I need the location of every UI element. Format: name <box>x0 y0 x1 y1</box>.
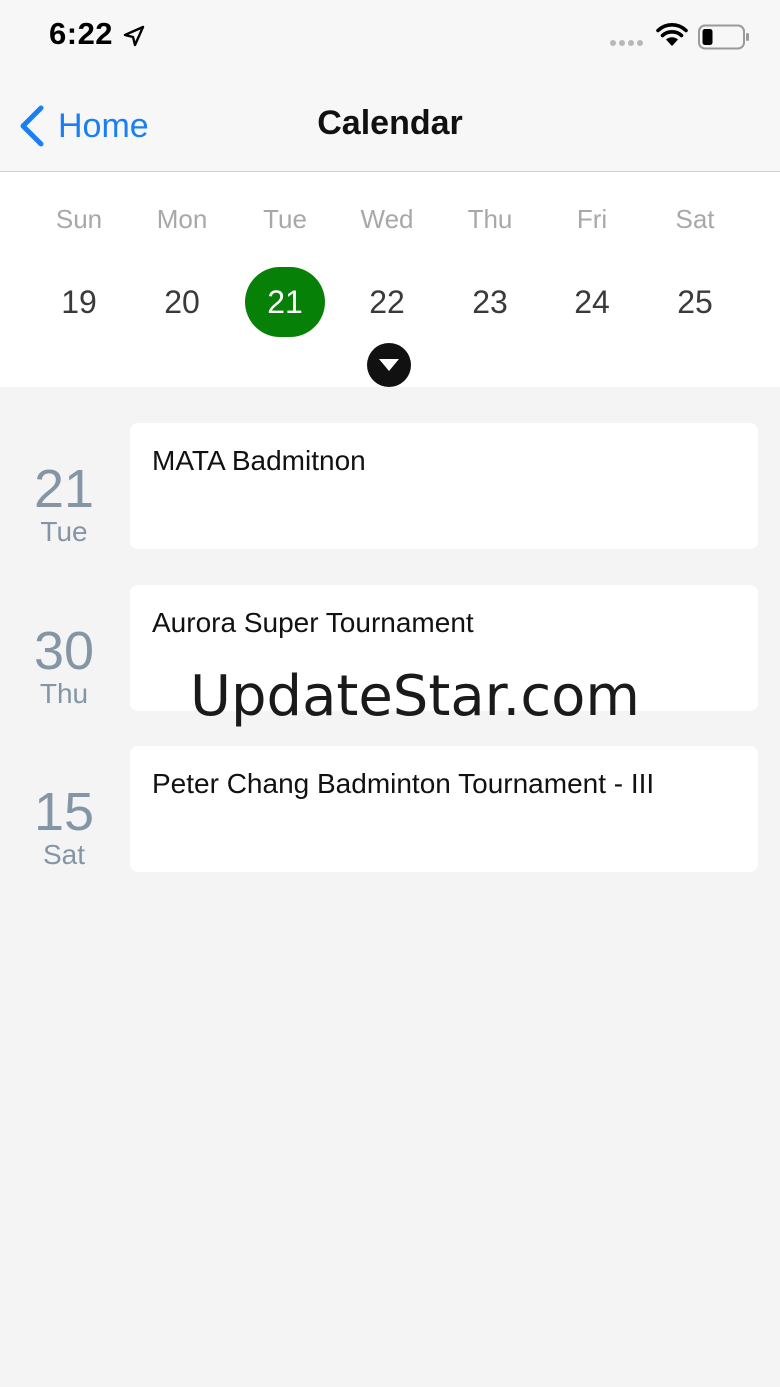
day-column-wed: Wed 22 <box>336 172 438 352</box>
day-column-sat: Sat 25 <box>644 172 746 352</box>
event-day-name: Sat <box>42 839 86 870</box>
day-column-fri: Fri 24 <box>541 172 643 352</box>
day-name: Thu <box>467 204 513 234</box>
day-name: Mon <box>156 204 208 234</box>
event-day-name: Thu <box>39 678 89 709</box>
day-name: Sun <box>55 204 103 234</box>
day-column-sun: Sun 19 <box>28 172 130 352</box>
event-day-number: 15 <box>33 782 95 842</box>
day-number[interactable]: 20 <box>142 267 222 337</box>
day-name: Fri <box>576 204 608 234</box>
status-time: 6:22 <box>49 16 114 51</box>
event-row: 15 Sat Peter Chang Badminton Tournament … <box>0 746 780 872</box>
day-name: Tue <box>263 204 307 234</box>
day-number[interactable]: 22 <box>347 267 427 337</box>
day-column-thu: Thu 23 <box>439 172 541 352</box>
week-strip: Sun 19 Mon 20 Tue 21 Wed 22 Thu 23 Fri 2… <box>0 172 780 387</box>
event-date: 15 Sat <box>14 784 114 870</box>
cellular-signal-icon <box>610 40 643 46</box>
day-number[interactable]: 24 <box>552 267 632 337</box>
day-name: Wed <box>360 204 414 234</box>
day-number[interactable]: 25 <box>655 267 735 337</box>
event-date: 21 Tue <box>14 461 114 547</box>
event-card[interactable]: Aurora Super Tournament <box>130 585 758 711</box>
expand-calendar-button[interactable] <box>367 343 411 387</box>
chevron-left-icon <box>20 105 44 147</box>
day-column-tue: Tue 21 <box>234 172 336 352</box>
day-number[interactable]: 19 <box>39 267 119 337</box>
day-name: Sat <box>675 204 715 234</box>
event-row: 21 Tue MATA Badmitnon <box>0 423 780 549</box>
day-number[interactable]: 23 <box>450 267 530 337</box>
back-label: Home <box>58 106 149 145</box>
day-number-selected[interactable]: 21 <box>245 267 325 337</box>
event-title: Peter Chang Badminton Tournament - III <box>152 768 655 799</box>
battery-icon <box>698 24 749 50</box>
event-title: MATA Badmitnon <box>152 445 366 476</box>
event-day-number: 21 <box>33 459 95 519</box>
day-column-mon: Mon 20 <box>131 172 233 352</box>
caret-down-icon <box>379 359 399 371</box>
event-day-number: 30 <box>33 621 95 681</box>
event-card[interactable]: MATA Badmitnon <box>130 423 758 549</box>
location-arrow-icon <box>123 25 145 47</box>
navigation-bar: Home Calendar <box>0 80 780 172</box>
event-date: 30 Thu <box>14 623 114 709</box>
back-button[interactable]: Home <box>16 102 149 150</box>
wifi-icon <box>656 23 688 46</box>
event-title: Aurora Super Tournament <box>152 607 474 638</box>
event-row: 30 Thu Aurora Super Tournament <box>0 585 780 711</box>
event-card[interactable]: Peter Chang Badminton Tournament - III <box>130 746 758 872</box>
status-bar: 6:22 <box>0 0 780 80</box>
event-day-name: Tue <box>40 516 88 547</box>
